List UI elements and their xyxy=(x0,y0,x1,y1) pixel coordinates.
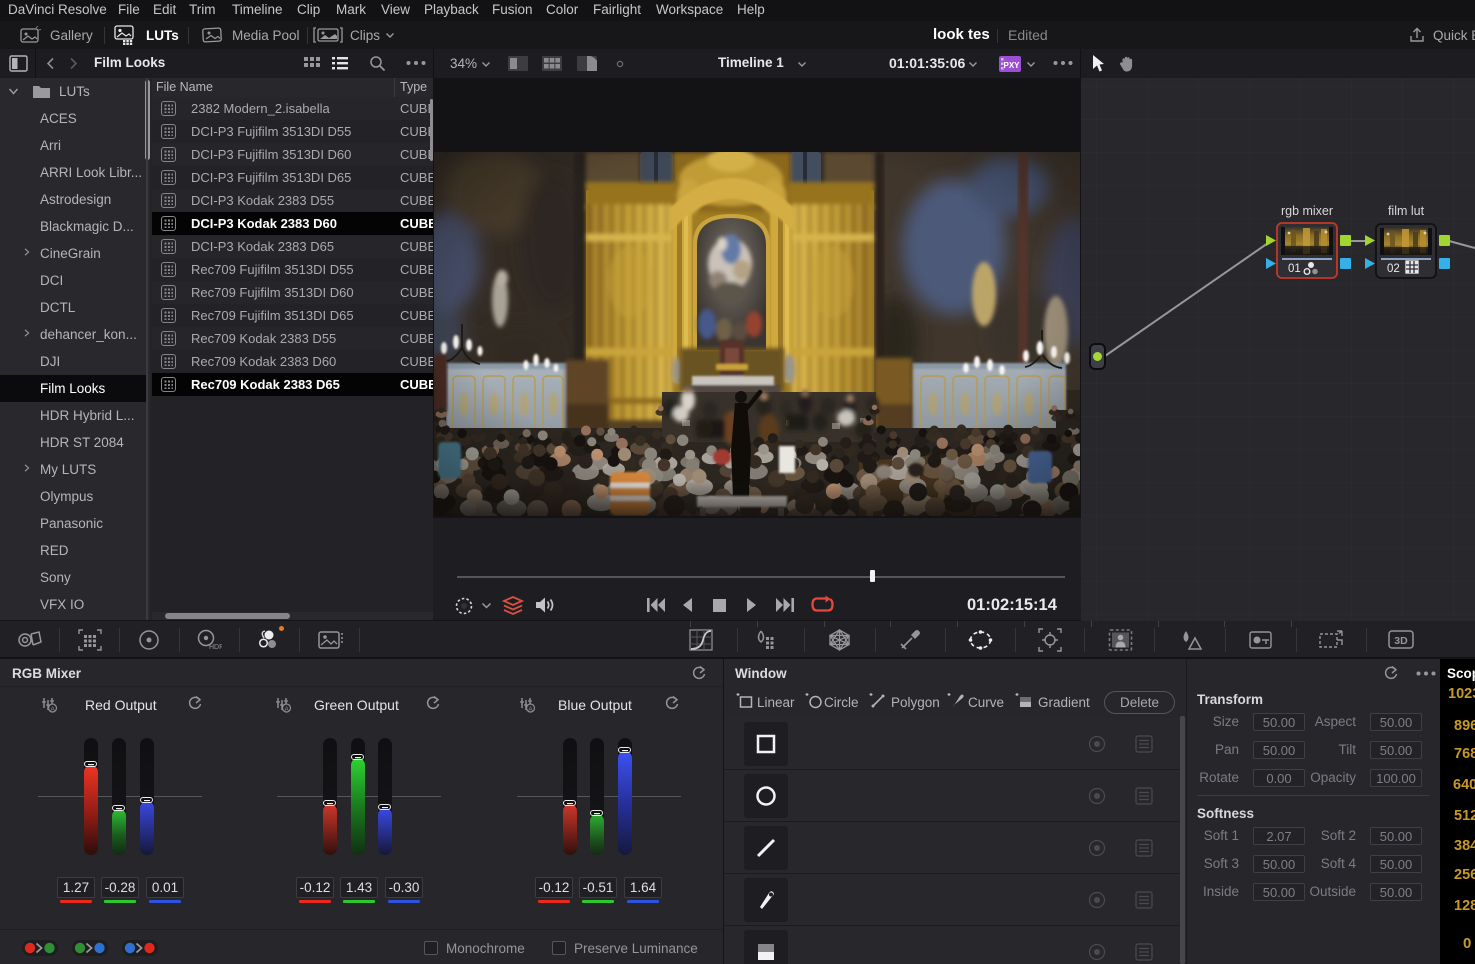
svg-text:3D: 3D xyxy=(1394,635,1408,647)
svg-text:A: A xyxy=(528,706,533,713)
svg-text:01: 01 xyxy=(1288,263,1301,275)
svg-text:02: 02 xyxy=(1387,263,1400,275)
svg-text:A: A xyxy=(50,706,55,713)
svg-text:A: A xyxy=(284,706,289,713)
svg-text:PXY: PXY xyxy=(1003,61,1020,70)
svg-text:film lut: film lut xyxy=(1388,204,1425,218)
svg-text:HDR: HDR xyxy=(209,644,222,651)
svg-text:rgb mixer: rgb mixer xyxy=(1281,204,1333,218)
